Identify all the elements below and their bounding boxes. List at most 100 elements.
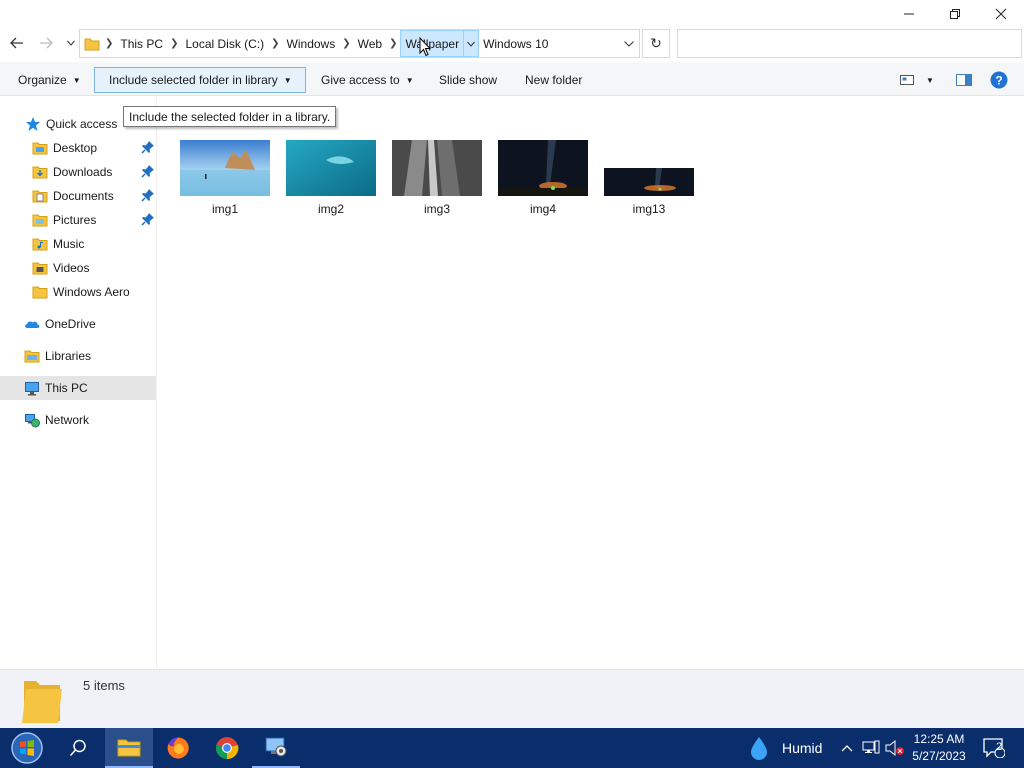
sidebar-item-windows-aero[interactable]: Windows Aero: [0, 280, 156, 304]
item-count: 5 items: [83, 678, 125, 693]
sidebar-item-desktop[interactable]: Desktop: [0, 136, 156, 160]
crumb-web[interactable]: Web: [354, 30, 386, 57]
search-button[interactable]: [54, 728, 102, 768]
navigation-pane: Quick access Desktop Downloads Documents Pi…: [0, 97, 157, 669]
sidebar-item-videos[interactable]: Videos: [0, 256, 156, 280]
clock-date: 5/27/2023: [912, 749, 966, 763]
sidebar-item-label: Music: [53, 237, 85, 251]
image-thumbnail: [392, 140, 482, 196]
crumb-local-disk[interactable]: Local Disk (C:): [181, 30, 268, 57]
nav-onedrive[interactable]: OneDrive: [0, 312, 156, 336]
chevron-right-icon[interactable]: ❯: [102, 38, 116, 49]
change-view-button[interactable]: [896, 67, 918, 93]
new-folder-label: New folder: [525, 73, 583, 87]
chevron-right-icon[interactable]: ❯: [386, 38, 400, 49]
taskbar-firefox[interactable]: [154, 728, 202, 768]
network-status-button[interactable]: [860, 728, 882, 768]
caret-down-icon: ▼: [405, 75, 414, 85]
help-button[interactable]: ?: [986, 67, 1012, 93]
show-hidden-icons-button[interactable]: [838, 728, 856, 768]
chevron-down-icon: [467, 41, 475, 47]
preview-pane-button[interactable]: [952, 67, 976, 93]
caret-down-icon: ▼: [283, 75, 292, 85]
file-name: img3: [423, 202, 450, 216]
back-button[interactable]: [6, 32, 28, 54]
slide-show-label: Slide show: [439, 73, 498, 87]
search-icon: [69, 739, 86, 757]
give-access-button[interactable]: Give access to ▼: [313, 67, 422, 93]
address-history-button[interactable]: [618, 30, 640, 57]
address-row: ❯ This PC ❯ Local Disk (C:) ❯ Windows ❯ …: [0, 28, 1024, 60]
nav-this-pc[interactable]: This PC: [0, 376, 156, 400]
minimize-button[interactable]: [886, 0, 932, 28]
weather-widget[interactable]: Humid: [750, 728, 822, 768]
chevron-right-icon[interactable]: ❯: [167, 38, 181, 49]
taskbar-file-explorer[interactable]: [105, 728, 153, 768]
crumb-wallpaper[interactable]: Wallpaper: [400, 30, 465, 57]
image-thumbnail: [286, 140, 376, 196]
nav-label: OneDrive: [45, 317, 96, 331]
refresh-icon: ↻: [650, 35, 662, 51]
crumb-windows[interactable]: Windows: [283, 30, 340, 57]
restore-button[interactable]: [932, 0, 978, 28]
file-item[interactable]: img4: [493, 137, 593, 217]
address-bar[interactable]: ❯ This PC ❯ Local Disk (C:) ❯ Windows ❯ …: [79, 29, 640, 58]
sidebar-item-downloads[interactable]: Downloads: [0, 160, 156, 184]
downloads-folder-icon: [32, 166, 48, 179]
organize-label: Organize: [18, 73, 67, 87]
nav-libraries[interactable]: Libraries: [0, 344, 156, 368]
chevron-right-icon[interactable]: ❯: [339, 38, 353, 49]
pin-icon[interactable]: [141, 188, 155, 205]
chevron-right-icon[interactable]: ❯: [268, 38, 282, 49]
documents-folder-icon: [32, 190, 48, 203]
sidebar-item-pictures[interactable]: Pictures: [0, 208, 156, 232]
mouse-cursor-icon: [419, 37, 431, 57]
include-in-library-button[interactable]: Include selected folder in library ▼: [94, 67, 306, 93]
nav-label: Network: [45, 413, 90, 427]
slide-show-button[interactable]: Slide show: [431, 67, 505, 93]
title-bar: [0, 0, 1024, 28]
sidebar-item-label: Downloads: [53, 165, 113, 179]
pin-icon[interactable]: [141, 212, 155, 229]
back-arrow-icon: [10, 37, 23, 49]
file-item[interactable]: img1: [175, 137, 275, 217]
close-button[interactable]: [978, 0, 1024, 28]
pin-icon[interactable]: [141, 164, 155, 181]
sidebar-item-music[interactable]: Music: [0, 232, 156, 256]
forward-button[interactable]: [35, 32, 57, 54]
crumb-wallpaper-dropdown[interactable]: [464, 30, 480, 57]
file-name: img2: [317, 202, 344, 216]
file-item[interactable]: img2: [281, 137, 381, 217]
volume-button[interactable]: [884, 728, 906, 768]
more-views-button[interactable]: ▼: [922, 67, 938, 93]
libraries-icon: [24, 350, 40, 363]
search-input[interactable]: [677, 29, 1022, 58]
sidebar-item-documents[interactable]: Documents: [0, 184, 156, 208]
new-folder-button[interactable]: New folder: [517, 67, 590, 93]
taskbar-control-panel[interactable]: [252, 728, 300, 768]
firefox-icon: [167, 737, 189, 759]
chrome-icon: [216, 737, 239, 760]
sidebar-item-label: Windows Aero: [53, 285, 130, 299]
notification-count: 2: [996, 741, 1003, 753]
view-icon: [900, 75, 914, 85]
crumb-windows-10[interactable]: Windows 10: [479, 30, 552, 57]
pin-icon[interactable]: [141, 140, 155, 157]
refresh-button[interactable]: ↻: [642, 29, 670, 58]
start-button[interactable]: [3, 728, 51, 768]
videos-folder-icon: [32, 262, 48, 275]
nav-network[interactable]: Network: [0, 408, 156, 432]
file-item[interactable]: img13: [599, 137, 699, 217]
crumb-this-pc[interactable]: This PC: [116, 30, 167, 57]
file-item[interactable]: img3: [387, 137, 487, 217]
clock[interactable]: 12:25 AM 5/27/2023: [906, 731, 972, 765]
recent-locations-button[interactable]: [62, 32, 80, 54]
network-icon: [25, 414, 40, 428]
taskbar-chrome[interactable]: [203, 728, 251, 768]
control-panel-icon: [265, 737, 287, 757]
command-bar: Organize ▼ Include selected folder in lib…: [0, 62, 1024, 96]
action-center-button[interactable]: 2: [980, 728, 1008, 768]
organize-button[interactable]: Organize ▼: [10, 67, 89, 93]
breadcrumb: ❯ This PC ❯ Local Disk (C:) ❯ Windows ❯ …: [80, 30, 552, 57]
music-folder-icon: [32, 238, 48, 251]
